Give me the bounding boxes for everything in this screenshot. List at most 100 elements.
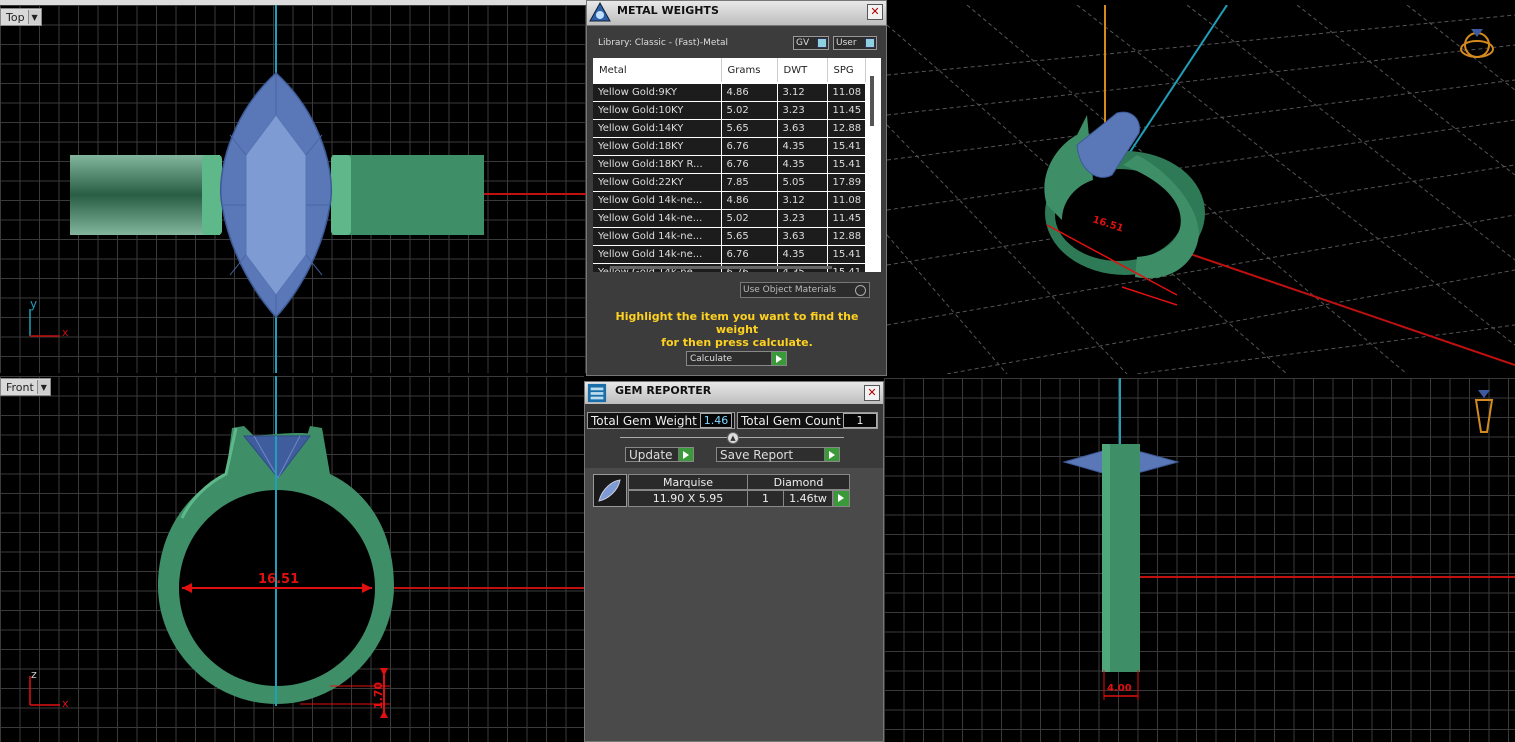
chevron-down-icon[interactable]: ▼ [27, 10, 41, 24]
cell-dwt: 4.35 [777, 245, 828, 264]
close-icon[interactable]: ✕ [864, 385, 880, 401]
cell-dwt: 3.12 [777, 83, 828, 102]
metal-table-vertical-scrollbar[interactable] [870, 76, 874, 126]
gem-row[interactable]: Marquise 11.90 X 5.95 Diamond 1 1.46tw [593, 474, 850, 507]
dimension-thickness: 1.70 [372, 681, 386, 710]
metal-weights-titlebar[interactable]: METAL WEIGHTS ✕ [587, 1, 886, 26]
total-gem-count-label: Total Gem Count [741, 413, 841, 428]
gem-reporter-titlebar[interactable]: GEM REPORTER ✕ [585, 382, 883, 405]
column-header-grams[interactable]: Grams [721, 58, 778, 84]
axis-y-label: y [30, 297, 38, 311]
cell-spg: 15.41 [827, 155, 866, 174]
cell-grams: 6.76 [721, 155, 778, 174]
viewport-side[interactable]: 4.00 [884, 378, 1515, 742]
cell-spg: 15.41 [827, 137, 866, 156]
column-header-dwt[interactable]: DWT [777, 58, 828, 84]
metal-table: Metal Grams DWT SPG Yellow Gold:9KY 4.86 3… [593, 58, 881, 272]
cell-grams: 4.86 [721, 83, 778, 102]
table-row[interactable]: Yellow Gold 14k-ne...6.764.3515.41 [593, 245, 866, 264]
cell-metal: Yellow Gold:10KY [593, 101, 722, 120]
save-report-button-label: Save Report [720, 447, 794, 462]
cell-spg: 17.89 [827, 173, 866, 192]
cell-spg: 15.41 [827, 245, 866, 264]
update-button[interactable]: Update [625, 447, 694, 462]
cell-metal: Yellow Gold:18KY [593, 137, 722, 156]
gem-thumbnail [593, 474, 627, 507]
cell-spg: 11.08 [827, 83, 866, 102]
table-row[interactable]: Yellow Gold 14k-ne... 4.86 3.12 11.08 [593, 191, 866, 210]
table-row[interactable]: Yellow Gold:14KY 5.65 3.63 12.88 [593, 119, 866, 138]
cell-metal: Yellow Gold 14k-ne... [593, 245, 722, 264]
cell-grams: 5.02 [721, 209, 778, 228]
column-header-metal[interactable]: Metal [593, 58, 722, 84]
cell-dwt: 3.12 [777, 191, 828, 210]
dimension-band-width: 4.00 [1107, 683, 1132, 694]
marquise-gem-icon [598, 479, 621, 502]
cell-spg: 12.88 [827, 227, 866, 246]
calculate-button[interactable]: Calculate [686, 351, 787, 366]
axis-z-label: z [31, 668, 37, 681]
cell-metal: Yellow Gold:18KY R... [593, 155, 722, 174]
metal-table-grid: Metal Grams DWT SPG Yellow Gold:9KY 4.86 3… [593, 58, 866, 272]
user-toggle-label: User [836, 38, 857, 48]
chevron-down-icon[interactable]: ▼ [36, 380, 50, 394]
viewport-front-selector[interactable]: Front ▼ [0, 378, 51, 396]
cell-grams: 5.65 [721, 227, 778, 246]
update-button-label: Update [629, 447, 673, 462]
metal-weights-logo-icon [589, 2, 611, 22]
viewport-front-label: Front [6, 380, 34, 394]
table-row[interactable]: Yellow Gold:10KY 5.02 3.23 11.45 [593, 101, 866, 120]
cell-spg: 11.08 [827, 191, 866, 210]
table-row[interactable]: Yellow Gold 14k-ne... 5.02 3.23 11.45 [593, 209, 866, 228]
table-row[interactable]: Yellow Gold:9KY 4.86 3.12 11.08 [593, 83, 866, 102]
cell-grams: 4.86 [721, 191, 778, 210]
side-view-scene [1062, 378, 1515, 700]
save-report-button[interactable]: Save Report [716, 447, 840, 462]
table-row[interactable]: Yellow Gold 14k-ne... 5.65 3.63 12.88 [593, 227, 866, 246]
calculate-button-label: Calculate [690, 353, 733, 364]
collapse-arrow-icon[interactable]: ▲ [727, 432, 739, 444]
cell-dwt: 4.35 [777, 137, 828, 156]
gem-type-cell: Diamond [747, 474, 850, 490]
user-toggle[interactable]: User [833, 36, 877, 50]
viewport-front[interactable]: 16.51 1.70 z x Front ▼ [0, 376, 584, 742]
dimension-inner-diameter: 16.51 [258, 572, 300, 587]
viewport-top-label: Top [6, 10, 25, 24]
cell-spg: 12.88 [827, 119, 866, 138]
cell-spg: 11.45 [827, 209, 866, 228]
metal-table-horizontal-scrollbar[interactable] [610, 266, 832, 269]
gv-toggle[interactable]: GV [793, 36, 829, 50]
cell-metal: Yellow Gold:14KY [593, 119, 722, 138]
use-object-materials-toggle[interactable]: Use Object Materials [740, 282, 870, 298]
gv-toggle-label: GV [796, 38, 810, 48]
metal-table-header: Metal Grams DWT SPG [593, 58, 866, 84]
hint-line-2: for then press calculate. [661, 336, 813, 349]
gem-reporter-logo-icon [587, 383, 607, 403]
viewport-top[interactable]: y x Top ▼ [0, 5, 586, 373]
cell-grams: 5.65 [721, 119, 778, 138]
gem-qty-cell: 1 [747, 490, 784, 507]
total-gem-weight-value: 1.46 [700, 413, 732, 428]
cell-dwt: 5.05 [777, 173, 828, 192]
table-row[interactable]: Yellow Gold:18KY 6.76 4.35 15.41 [593, 137, 866, 156]
library-label: Library: Classic - (Fast)-Metal [598, 38, 729, 48]
total-gem-weight-label: Total Gem Weight [591, 413, 697, 428]
cell-metal: Yellow Gold 14k-ne... [593, 227, 722, 246]
cell-dwt: 3.23 [777, 209, 828, 228]
viewport-perspective[interactable]: 16.51 [887, 5, 1515, 374]
toggle-knob-icon [865, 38, 875, 48]
table-row[interactable]: Yellow Gold:22KY 7.85 5.05 17.89 [593, 173, 866, 192]
play-arrow-icon [771, 352, 786, 365]
cell-grams: 5.02 [721, 101, 778, 120]
close-icon[interactable]: ✕ [867, 4, 883, 20]
cell-spg: 11.45 [827, 101, 866, 120]
gem-reporter-title: GEM REPORTER [615, 384, 712, 397]
viewport-top-selector[interactable]: Top ▼ [0, 8, 42, 26]
perspective-scene [887, 5, 1515, 374]
total-gem-count-value: 1 [843, 413, 877, 428]
gem-detail-button[interactable] [833, 490, 850, 507]
column-header-spg[interactable]: SPG [827, 58, 866, 84]
toggle-knob-icon [817, 38, 827, 48]
cell-grams: 7.85 [721, 173, 778, 192]
table-row[interactable]: Yellow Gold:18KY R... 6.76 4.35 15.41 [593, 155, 866, 174]
